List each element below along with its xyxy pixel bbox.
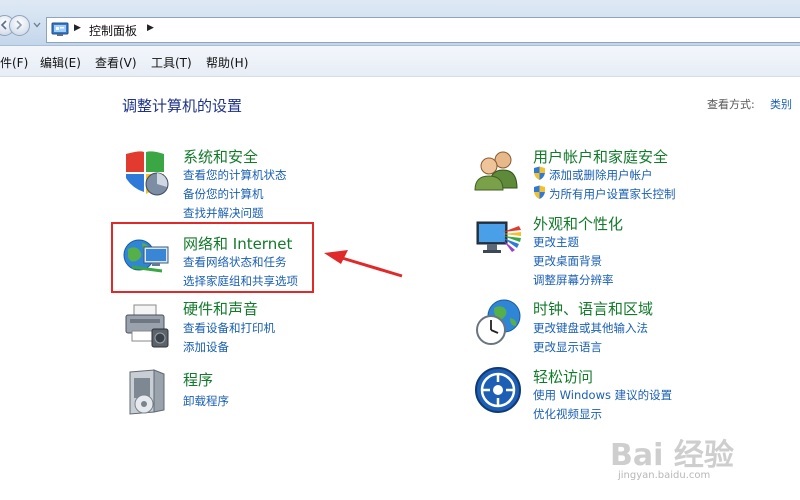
link-recommended-settings[interactable]: 使用 Windows 建议的设置: [533, 387, 672, 403]
breadcrumb-separator-end[interactable]: ▶: [147, 23, 154, 33]
shield-pie-icon[interactable]: [122, 148, 172, 198]
uac-shield-icon: [534, 166, 545, 180]
breadcrumb-control-panel[interactable]: 控制面板: [89, 22, 137, 39]
control-panel-icon: [51, 22, 69, 36]
category-hardware-sound[interactable]: 硬件和声音: [183, 298, 258, 319]
category-programs[interactable]: 程序: [183, 369, 213, 390]
category-appearance[interactable]: 外观和个性化: [533, 213, 623, 234]
menu-edit[interactable]: 编辑(E): [40, 54, 81, 71]
menu-help[interactable]: 帮助(H): [206, 54, 248, 71]
menu-file[interactable]: 件(F): [0, 54, 28, 71]
menu-view[interactable]: 查看(V): [95, 54, 137, 71]
view-by-label: 查看方式:: [707, 98, 755, 111]
forward-button[interactable]: [9, 15, 30, 36]
link-add-device[interactable]: 添加设备: [183, 339, 229, 355]
link-change-theme[interactable]: 更改主题: [533, 234, 579, 250]
category-user-accounts[interactable]: 用户帐户和家庭安全: [533, 146, 668, 167]
address-bar: ▶ 控制面板 ▶: [0, 0, 800, 46]
link-adjust-resolution[interactable]: 调整屏幕分辨率: [533, 272, 614, 288]
highlight-box: [111, 222, 314, 293]
link-change-keyboard[interactable]: 更改键盘或其他输入法: [533, 320, 648, 336]
users-icon[interactable]: [473, 148, 523, 192]
category-system-security[interactable]: 系统和安全: [183, 146, 258, 167]
view-by-dropdown[interactable]: 类别: [770, 96, 792, 112]
category-clock-language-region[interactable]: 时钟、语言和区域: [533, 298, 653, 319]
link-add-remove-accounts[interactable]: 添加或删除用户帐户: [549, 167, 653, 183]
link-uninstall-program[interactable]: 卸载程序: [183, 393, 229, 409]
link-parental-controls[interactable]: 为所有用户设置家长控制: [549, 186, 676, 202]
watermark-brand: Bai 经验: [610, 438, 734, 473]
breadcrumb-separator[interactable]: ▶: [74, 23, 81, 33]
clock-globe-icon[interactable]: [474, 298, 524, 348]
link-find-fix-problems[interactable]: 查找并解决问题: [183, 205, 264, 221]
red-arrow-icon: [324, 250, 403, 278]
link-devices-printers[interactable]: 查看设备和打印机: [183, 320, 275, 336]
link-view-computer-status[interactable]: 查看您的计算机状态: [183, 167, 287, 183]
programs-box-icon[interactable]: [124, 368, 170, 416]
forward-arrow-icon: [16, 20, 23, 30]
menu-tools[interactable]: 工具(T): [151, 54, 192, 71]
page-title: 调整计算机的设置: [122, 97, 243, 115]
link-optimize-visual-display[interactable]: 优化视频显示: [533, 406, 602, 422]
address-field[interactable]: ▶ 控制面板 ▶: [46, 17, 800, 43]
monitor-colors-icon[interactable]: [473, 218, 523, 262]
link-backup-computer[interactable]: 备份您的计算机: [183, 186, 264, 202]
link-change-background[interactable]: 更改桌面背景: [533, 253, 602, 269]
category-ease-of-access[interactable]: 轻松访问: [533, 366, 593, 387]
recent-pages-chevron-down-icon[interactable]: [33, 22, 41, 28]
back-arrow-icon: [0, 20, 7, 30]
printer-icon[interactable]: [122, 303, 172, 349]
watermark-url: jingyan.baidu.com: [618, 470, 711, 481]
menu-bar: 件(F) 编辑(E) 查看(V) 工具(T) 帮助(H): [0, 46, 800, 77]
ease-of-access-icon[interactable]: [474, 366, 522, 414]
uac-shield-icon: [534, 185, 545, 199]
link-change-display-language[interactable]: 更改显示语言: [533, 339, 602, 355]
